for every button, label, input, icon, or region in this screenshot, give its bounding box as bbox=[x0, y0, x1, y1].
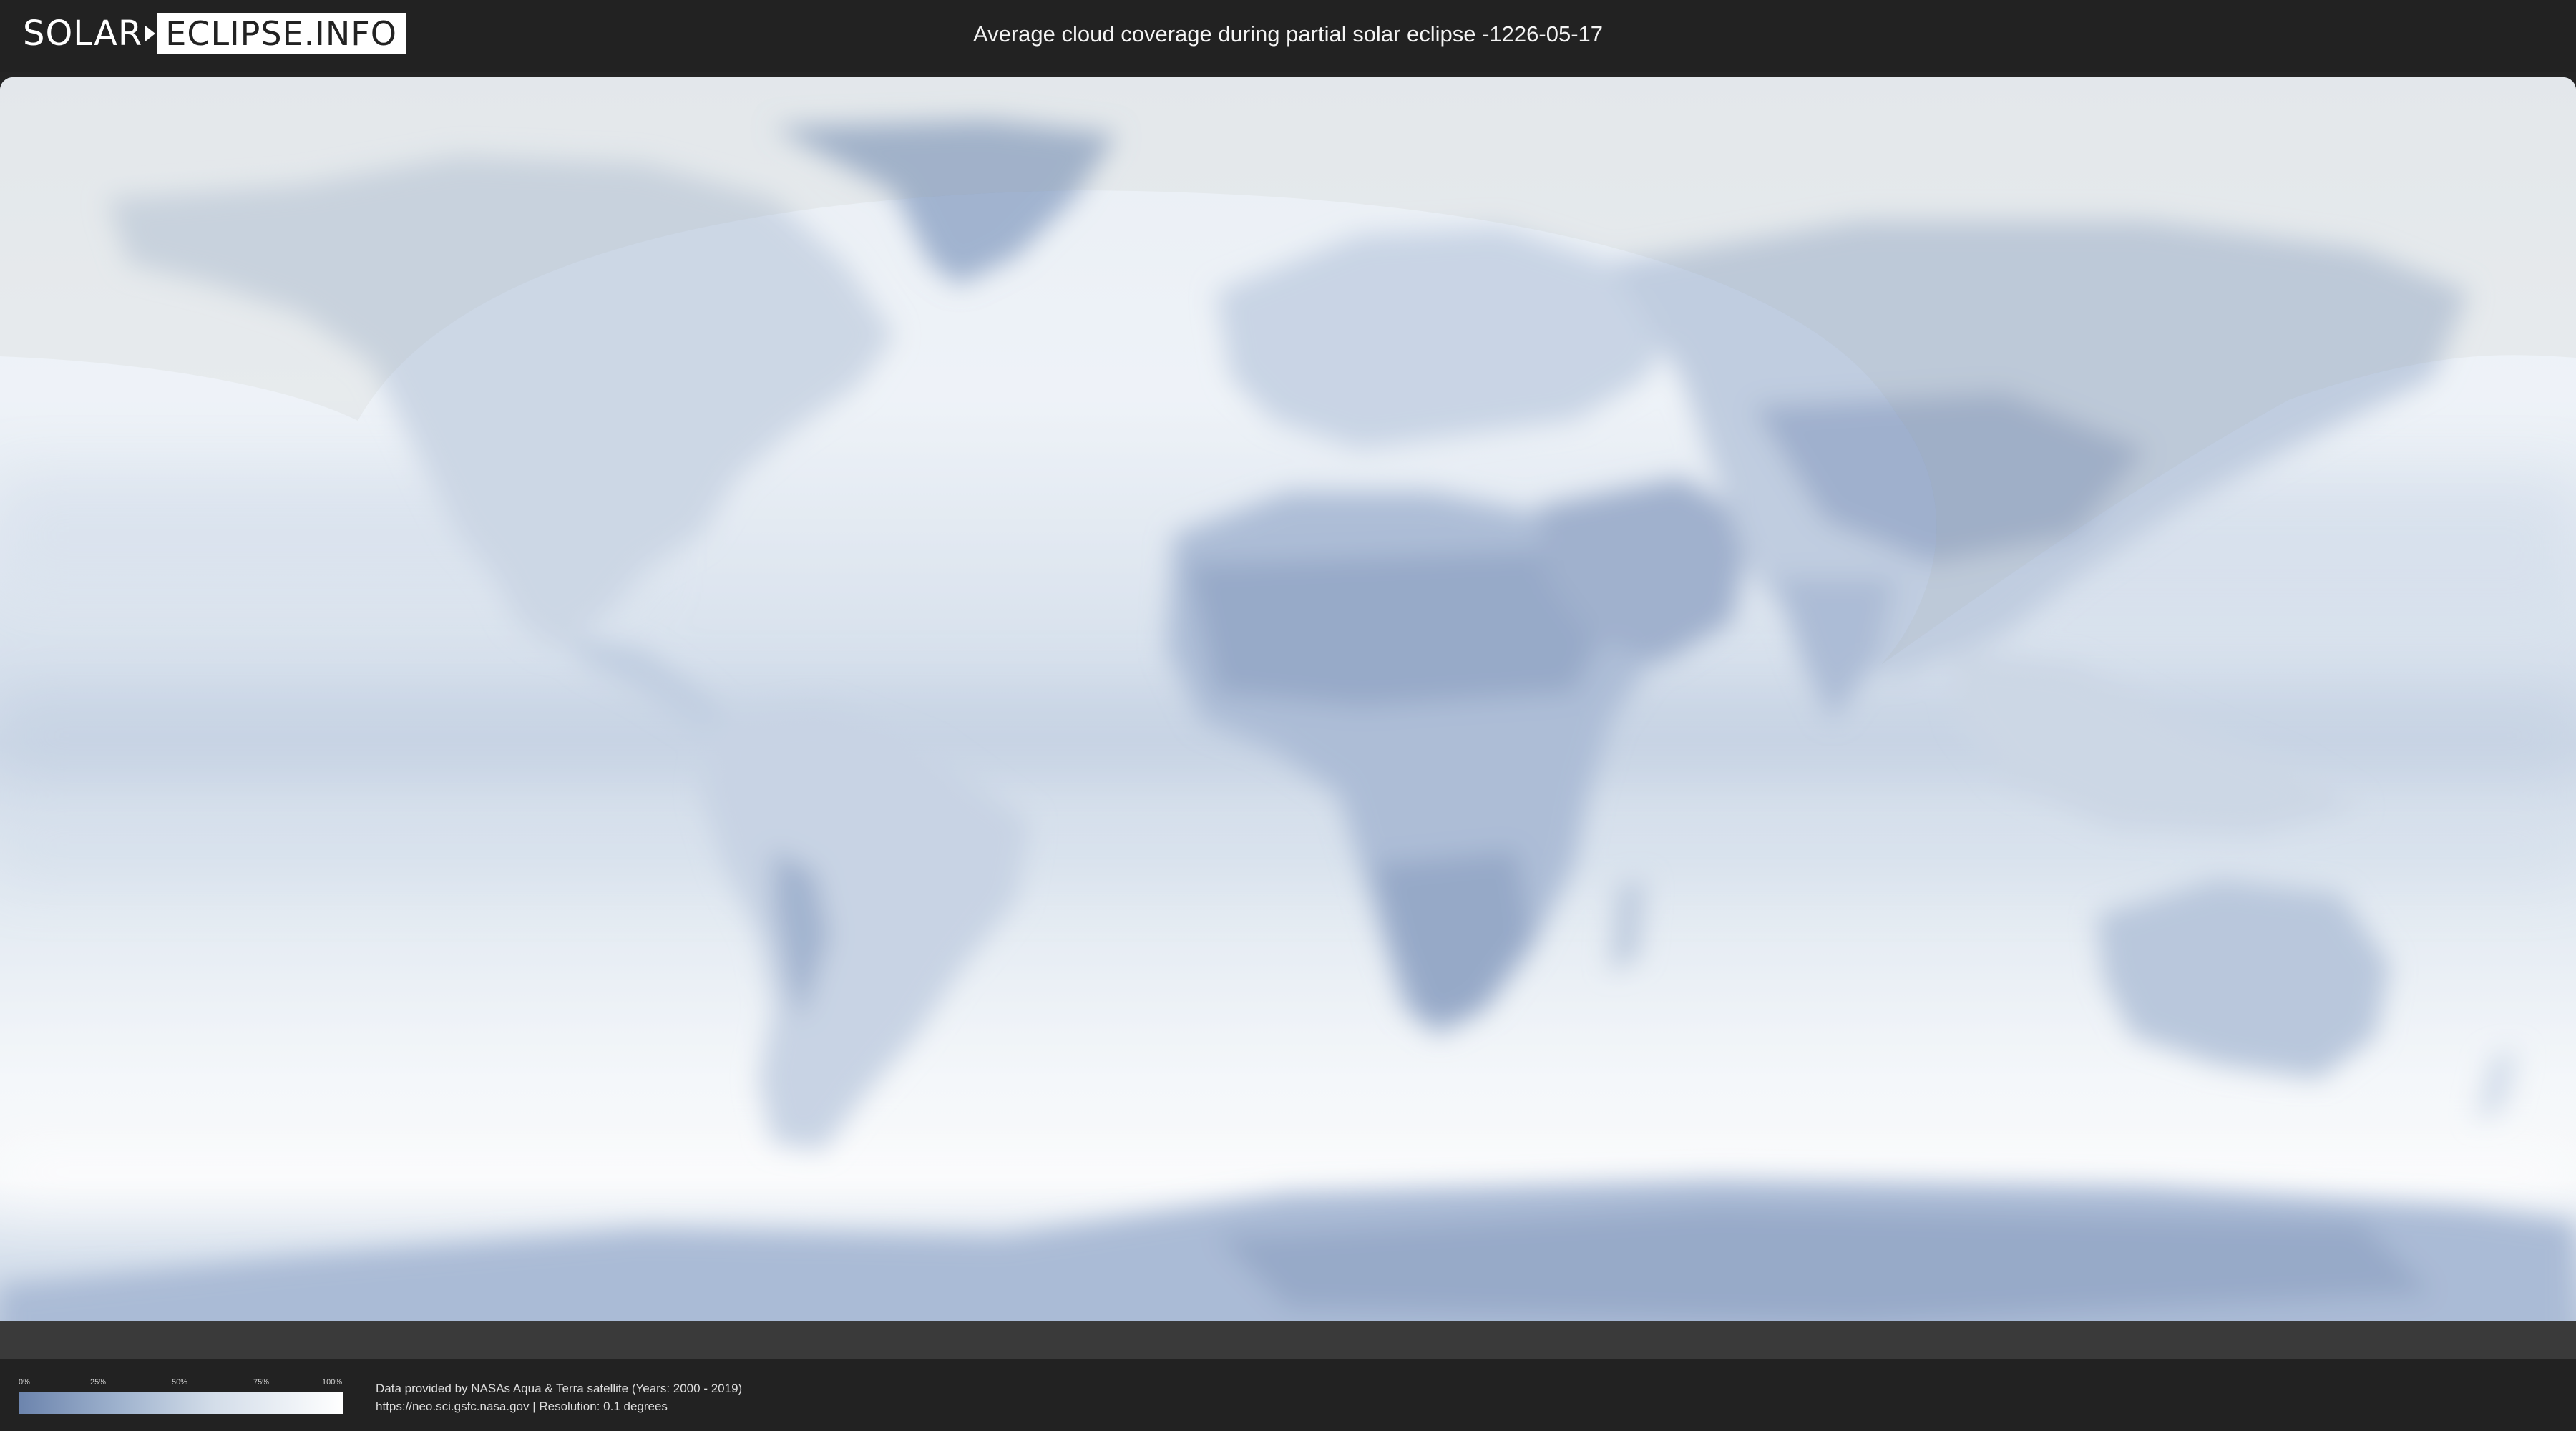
legend-tick-25: 25% bbox=[90, 1378, 107, 1387]
legend-gradient-bar bbox=[19, 1392, 343, 1414]
logo-arrow-icon bbox=[145, 26, 156, 41]
cloud-coverage-map[interactable] bbox=[0, 77, 2576, 1359]
map-bottom-edge bbox=[0, 1321, 2576, 1359]
data-credits: Data provided by NASAs Aqua & Terra sate… bbox=[376, 1379, 742, 1415]
credit-line-url: https://neo.sci.gsfc.nasa.gov | Resoluti… bbox=[376, 1400, 668, 1413]
legend-tick-row: 0% 25% 50% 75% 100% bbox=[19, 1378, 343, 1390]
logo-text-solar: SOLAR bbox=[23, 14, 143, 54]
logo-text-eclipse-info: ECLIPSE.INFO bbox=[157, 13, 406, 54]
footer-bar: 0% 25% 50% 75% 100% Data provided by NAS… bbox=[0, 1359, 2576, 1431]
site-logo[interactable]: SOLAR ECLIPSE.INFO bbox=[23, 13, 406, 54]
legend-tick-75: 75% bbox=[253, 1378, 270, 1387]
legend-tick-0: 0% bbox=[19, 1378, 30, 1387]
world-map-svg bbox=[0, 77, 2576, 1359]
page-title: Average cloud coverage during partial so… bbox=[972, 21, 1604, 47]
header-bar: SOLAR ECLIPSE.INFO Average cloud coverag… bbox=[0, 0, 2576, 72]
cloud-coverage-legend: 0% 25% 50% 75% 100% bbox=[19, 1378, 343, 1414]
legend-tick-100: 100% bbox=[322, 1378, 343, 1387]
credit-line-source: Data provided by NASAs Aqua & Terra sate… bbox=[376, 1382, 743, 1395]
legend-tick-50: 50% bbox=[172, 1378, 188, 1387]
